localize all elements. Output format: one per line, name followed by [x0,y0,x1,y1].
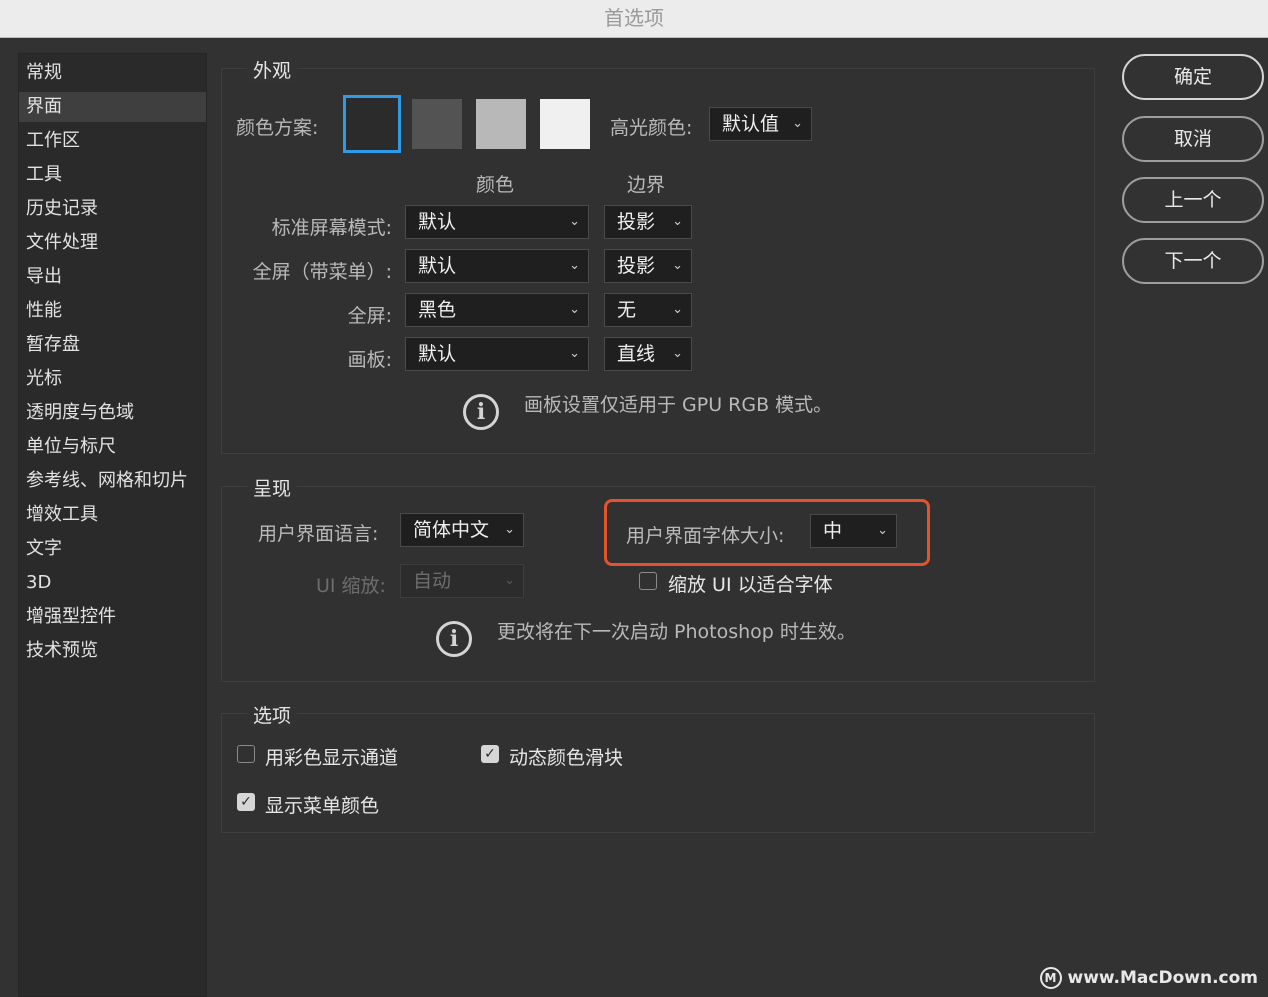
chevron-down-icon: ⌄ [792,116,803,131]
full-screen-color-select[interactable]: 黑色 ⌄ [405,293,589,327]
dynamic-color-sliders-label: 动态颜色滑块 [509,747,624,769]
standard-screen-color-select[interactable]: 默认 ⌄ [405,205,589,239]
highlight-color-value: 默认值 [722,113,780,135]
check-icon: ✓ [240,794,252,810]
full-screen-border-select[interactable]: 无 ⌄ [604,293,692,327]
chevron-down-icon: ⌄ [569,258,580,273]
full-screen-menus-color-select[interactable]: 默认 ⌄ [405,249,589,283]
column-header-border: 边界 [627,174,666,196]
full-screen-menus-border-value: 投影 [617,255,656,277]
sidebar-item-general[interactable]: 常规 [19,58,206,88]
full-screen-menus-color-value: 默认 [418,255,457,277]
chevron-down-icon: ⌄ [504,522,515,537]
window-title: 首选项 [604,6,664,30]
sidebar-item-cursors[interactable]: 光标 [19,364,206,394]
ui-language-label: 用户界面语言: [258,523,379,545]
standard-screen-color-value: 默认 [418,211,457,233]
show-menu-colors-checkbox[interactable]: ✓ [237,793,255,811]
highlight-color-select[interactable]: 默认值 ⌄ [709,107,812,141]
artboard-label: 画板: [347,349,392,371]
scale-ui-to-font-label: 缩放 UI 以适合字体 [668,574,833,596]
sidebar-item-interface[interactable]: 界面 [19,92,206,122]
info-icon: i [436,621,472,657]
ui-language-value: 简体中文 [413,519,490,541]
scale-ui-to-font-checkbox[interactable] [639,572,657,590]
preferences-sidebar: 常规 界面 工作区 工具 历史记录 文件处理 导出 性能 暂存盘 光标 透明度与… [18,53,207,997]
sidebar-item-transparency-gamut[interactable]: 透明度与色域 [19,398,206,428]
standard-screen-border-select[interactable]: 投影 ⌄ [604,205,692,239]
highlight-color-label: 高光颜色: [610,117,693,139]
sidebar-item-scratch-disks[interactable]: 暂存盘 [19,330,206,360]
chevron-down-icon: ⌄ [672,346,683,361]
full-screen-label: 全屏: [347,305,392,327]
color-scheme-swatch-lightest[interactable] [540,99,590,149]
full-screen-color-value: 黑色 [418,299,457,321]
sidebar-item-workspace[interactable]: 工作区 [19,126,206,156]
artboard-color-value: 默认 [418,343,457,365]
color-scheme-swatch-light[interactable] [476,99,526,149]
window-title-bar: 首选项 [0,0,1268,38]
next-button[interactable]: 下一个 [1122,238,1264,284]
standard-screen-border-value: 投影 [617,211,656,233]
ui-scale-select: 自动 ⌄ [400,564,524,598]
sidebar-item-plugins[interactable]: 增效工具 [19,500,206,530]
artboard-border-select[interactable]: 直线 ⌄ [604,337,692,371]
watermark-text: www.MacDown.com [1067,968,1258,988]
sidebar-item-guides-grid-slices[interactable]: 参考线、网格和切片 [19,466,206,496]
chevron-down-icon: ⌄ [504,573,515,588]
color-channels-label: 用彩色显示通道 [265,747,399,769]
sidebar-item-type[interactable]: 文字 [19,534,206,564]
info-icon: i [463,394,499,430]
chevron-down-icon: ⌄ [569,302,580,317]
column-header-color: 颜色 [476,174,515,196]
color-channels-checkbox[interactable] [237,745,255,763]
appearance-title: 外观 [247,56,298,83]
chevron-down-icon: ⌄ [672,258,683,273]
chevron-down-icon: ⌄ [569,214,580,229]
chevron-down-icon: ⌄ [672,214,683,229]
full-screen-border-value: 无 [617,299,637,321]
macdown-logo-icon: M [1039,967,1062,989]
sidebar-item-3d[interactable]: 3D [19,568,206,598]
sidebar-item-technology-previews[interactable]: 技术预览 [19,636,206,666]
watermark: Mwww.MacDown.com [1039,967,1258,989]
sidebar-item-units-rulers[interactable]: 单位与标尺 [19,432,206,462]
ui-scale-label: UI 缩放: [316,575,386,597]
ok-button[interactable]: 确定 [1122,54,1264,100]
full-screen-menus-border-select[interactable]: 投影 ⌄ [604,249,692,283]
sidebar-item-export[interactable]: 导出 [19,262,206,292]
sidebar-item-tools[interactable]: 工具 [19,160,206,190]
color-scheme-swatch-dark[interactable] [412,99,462,149]
ui-language-select[interactable]: 简体中文 ⌄ [400,513,524,547]
chevron-down-icon: ⌄ [672,302,683,317]
chevron-down-icon: ⌄ [569,346,580,361]
presentation-title: 呈现 [247,474,298,501]
standard-screen-mode-label: 标准屏幕模式: [271,217,392,239]
show-menu-colors-label: 显示菜单颜色 [265,795,380,817]
color-scheme-label: 颜色方案: [236,117,319,139]
artboard-color-select[interactable]: 默认 ⌄ [405,337,589,371]
sidebar-item-file-handling[interactable]: 文件处理 [19,228,206,258]
sidebar-item-history[interactable]: 历史记录 [19,194,206,224]
artboard-border-value: 直线 [617,343,656,365]
dynamic-color-sliders-checkbox[interactable]: ✓ [481,745,499,763]
annotation-highlight-box [604,499,930,566]
cancel-button[interactable]: 取消 [1122,116,1264,162]
color-scheme-swatch-darkest[interactable] [343,95,401,153]
options-title: 选项 [247,701,298,728]
sidebar-item-enhanced-controls[interactable]: 增强型控件 [19,602,206,632]
sidebar-item-performance[interactable]: 性能 [19,296,206,326]
ui-scale-value: 自动 [413,570,452,592]
artboard-note: 画板设置仅适用于 GPU RGB 模式。 [524,394,833,416]
full-screen-menus-label: 全屏（带菜单）: [252,261,392,283]
previous-button[interactable]: 上一个 [1122,177,1264,223]
check-icon: ✓ [484,746,496,762]
restart-note: 更改将在下一次启动 Photoshop 时生效。 [497,621,856,643]
